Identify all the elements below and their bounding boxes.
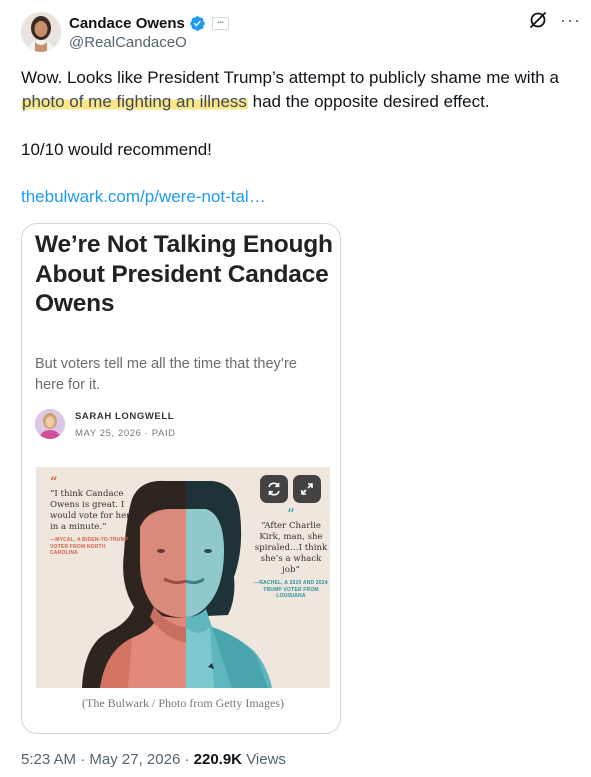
grok-icon[interactable] [528,10,548,30]
post-metadata: 5:23 AM · May 27, 2026 · 220.9K Views [21,751,286,768]
right-quote-block: ” “After Charlie Kirk, man, she spiraled… [254,507,328,600]
more-icon[interactable]: ··· [560,10,581,30]
card-date: MAY 25, 2026 · PAID [75,428,176,439]
open-quote-mark: “ [50,475,58,490]
card-author-avatar [35,409,65,439]
image-caption: (The Bulwark / Photo from Getty Images) [82,696,284,710]
card-subtitle: But voters tell me all the time that the… [35,356,297,393]
highlighted-text: photo of me fighting an illness [21,92,248,111]
close-quote-mark: ” [287,507,295,522]
card-title: We’re Not Talking Enough About President… [35,231,333,317]
link-preview-card[interactable]: We’re Not Talking Enough About President… [21,223,341,734]
post-date[interactable]: May 27, 2026 [89,751,180,768]
affiliate-badge-icon[interactable]: ▪▪▪ [211,16,229,30]
right-quote-text: “After Charlie Kirk, man, she spiraled…I… [254,521,328,575]
views-label: Views [246,751,286,768]
verified-badge-icon [189,15,206,32]
author-handle[interactable]: @RealCandaceO [69,34,187,51]
left-quote-text: “I think Candace Owens is great. I would… [50,489,131,532]
separator: · [80,751,86,768]
post-link[interactable]: thebulwark.com/p/were-not-tal… [21,187,266,207]
post-header: Candace Owens ▪▪▪ @RealCandaceO ··· [21,10,581,58]
refresh-icon[interactable] [260,475,288,503]
post-text-line2: 10/10 would recommend! [21,140,212,159]
post-text-part: Wow. Looks like President Trump’s attemp… [21,68,559,87]
card-image[interactable]: “ “I think Candace Owens is great. I wou… [36,467,330,688]
post-text-part: had the opposite desired effect. [247,92,490,111]
card-author-name: SARAH LONGWELL [75,411,175,422]
left-quote-block: “ “I think Candace Owens is great. I wou… [50,475,134,557]
expand-icon[interactable] [293,475,321,503]
left-quote-attribution: —MYCAL, A BIDEN-TO-TRUMP VOTER FROM NORT… [50,537,129,556]
author-avatar[interactable] [21,12,61,52]
author-name[interactable]: Candace Owens [69,15,185,32]
post-text: Wow. Looks like President Trump’s attemp… [21,66,581,162]
views-count: 220.9K [193,751,243,768]
right-quote-attribution: —RACHEL, A 2020 AND 2024 TRUMP VOTER FRO… [254,580,328,599]
post-time[interactable]: 5:23 AM [21,751,76,768]
separator: · [184,751,190,768]
